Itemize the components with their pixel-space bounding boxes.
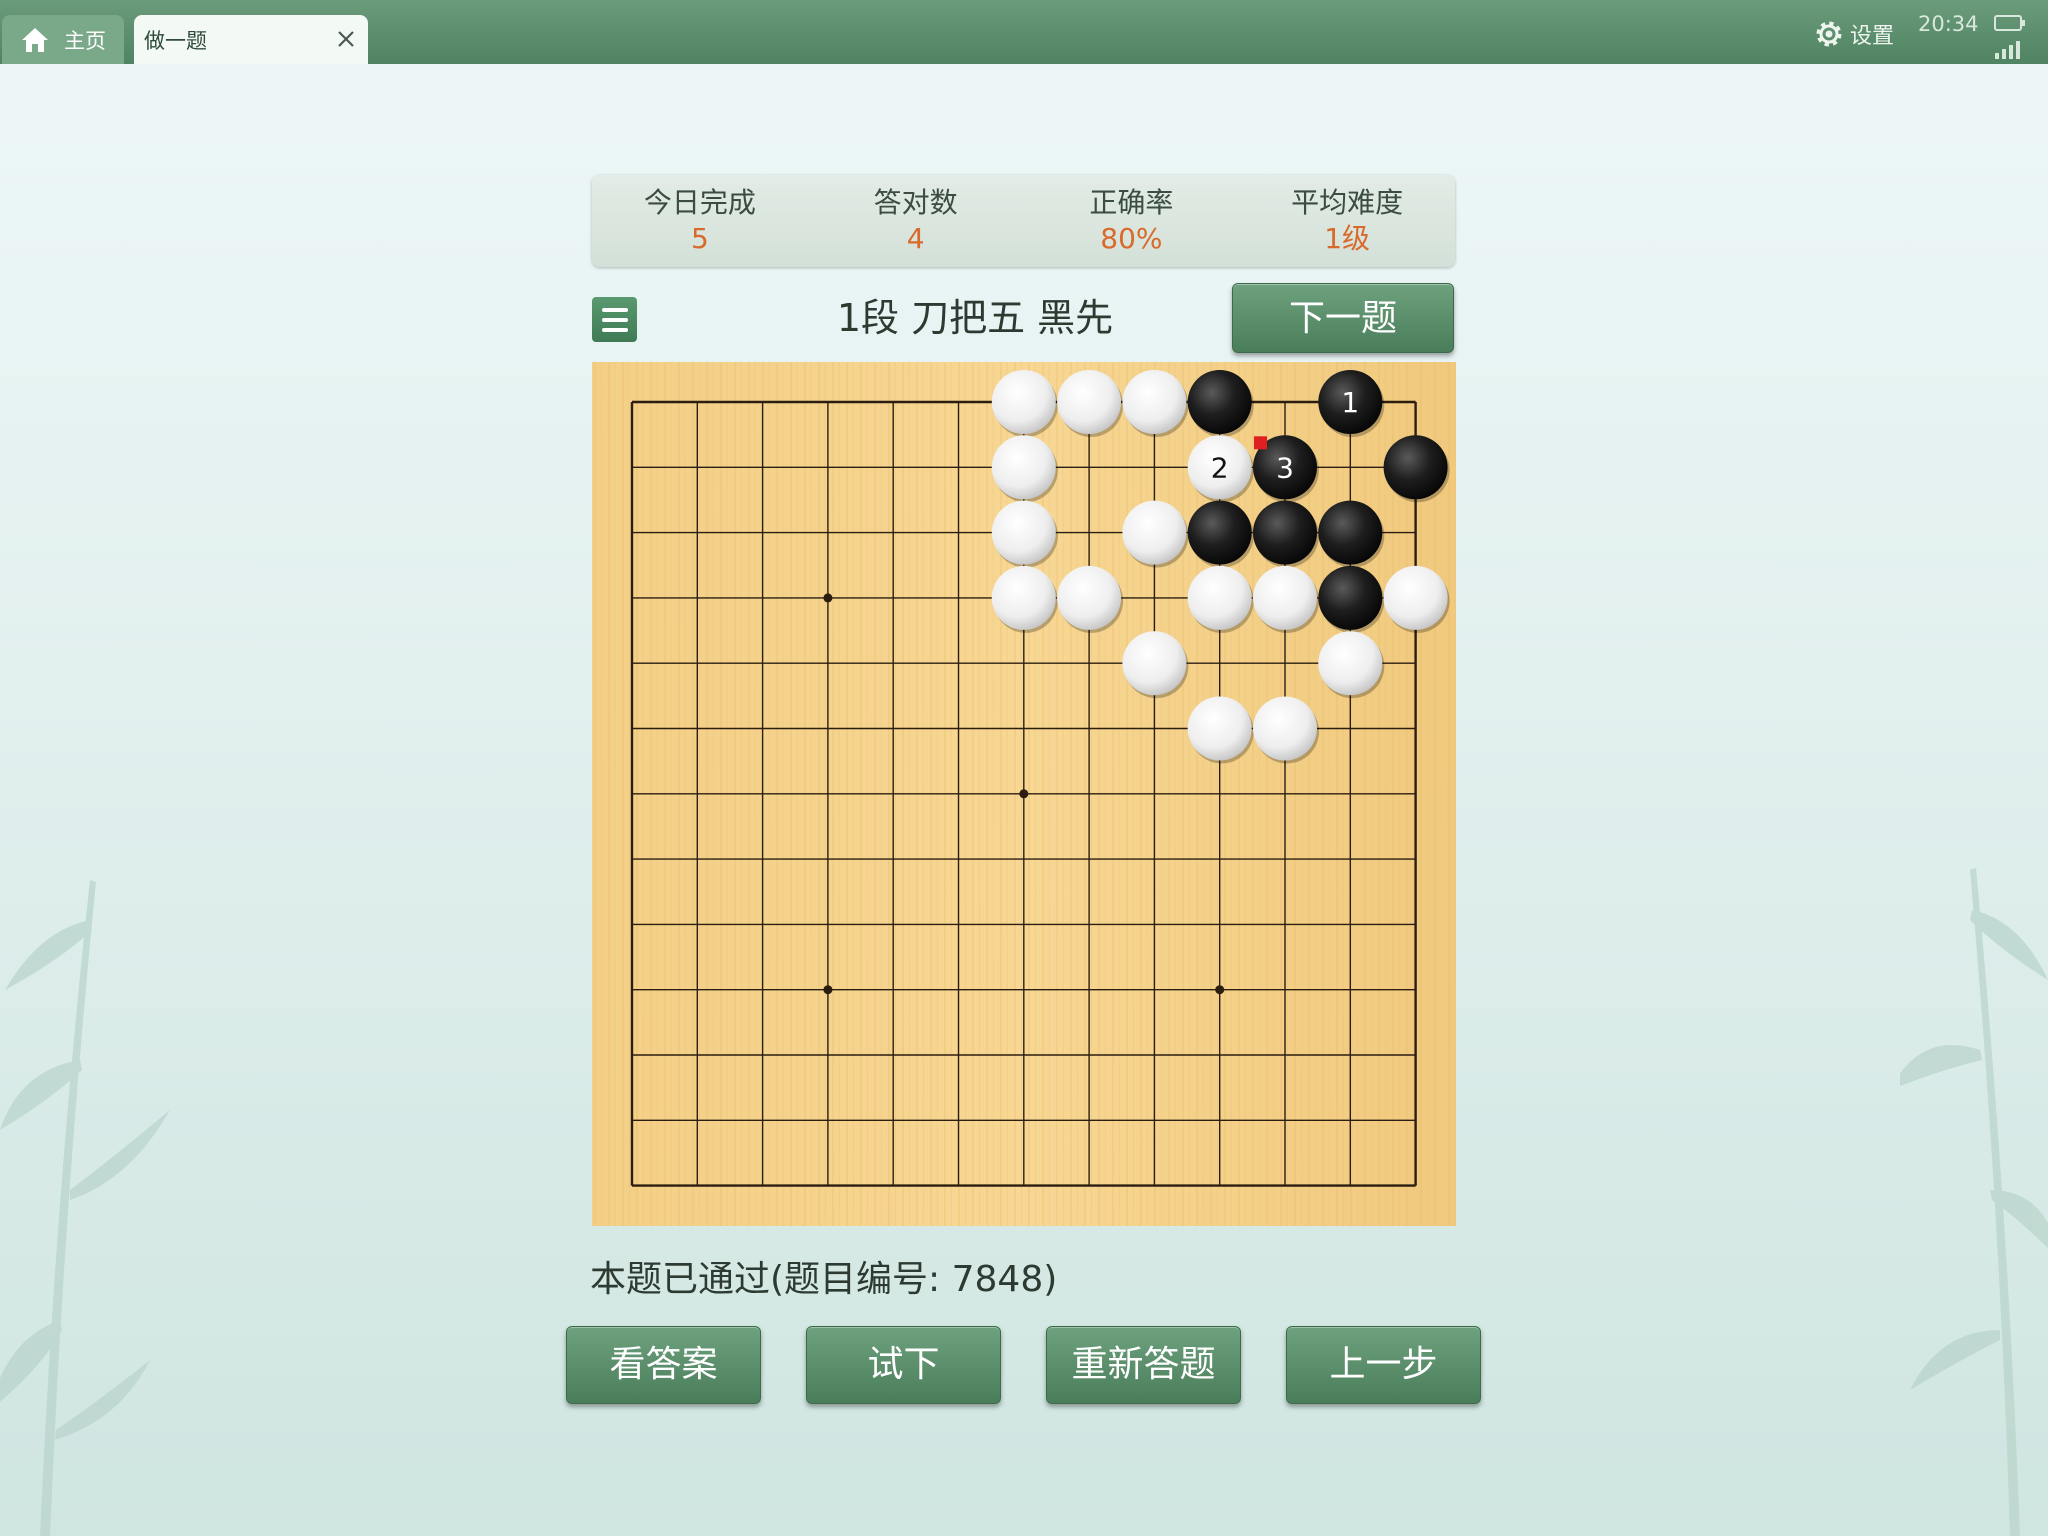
tab-home[interactable]: 主页	[2, 15, 124, 64]
home-icon	[22, 27, 48, 52]
next-puzzle-button[interactable]: 下一题	[1232, 283, 1454, 353]
puzzle-status: 本题已通过(题目编号: 7848)	[590, 1259, 1058, 1300]
stat-value: 1级	[1324, 222, 1371, 255]
last-move-marker	[1254, 436, 1267, 450]
bamboo-decoration-right	[1900, 868, 2048, 1536]
signal-icon	[1995, 41, 2020, 59]
go-board[interactable]: 1 2 3	[592, 362, 1456, 1226]
tab-home-label: 主页	[64, 28, 106, 53]
menu-icon-bar	[601, 307, 628, 312]
stats-panel: 今日完成 5 答对数 4 正确率 80% 平均难度 1级	[592, 175, 1455, 267]
stat-label: 平均难度	[1291, 186, 1404, 219]
move-number: 2	[1211, 451, 1229, 484]
menu-button[interactable]	[592, 297, 637, 342]
battery-icon	[1994, 15, 2025, 31]
star-point	[823, 593, 833, 603]
stat-label: 正确率	[1089, 186, 1174, 219]
settings-label: 设置	[1850, 24, 1895, 49]
move-number: 3	[1276, 451, 1294, 484]
tab-puzzle[interactable]: 做一题	[134, 15, 368, 64]
menu-icon-bar	[601, 317, 628, 322]
stat-value: 4	[906, 222, 925, 255]
star-point	[1019, 789, 1029, 799]
star-point	[823, 985, 833, 995]
stat-label: 今日完成	[643, 186, 756, 219]
stat-label: 答对数	[873, 186, 958, 219]
undo-button[interactable]: 上一步	[1286, 1326, 1481, 1404]
stat-accuracy: 正确率 80%	[1024, 175, 1240, 267]
move-number: 1	[1341, 386, 1359, 419]
show-answer-button[interactable]: 看答案	[566, 1326, 761, 1404]
settings-button[interactable]: 设置	[1814, 18, 1894, 50]
stat-value: 80%	[1100, 222, 1163, 255]
top-bar: 主页 做一题 设置 20:34	[0, 0, 2048, 64]
gear-icon	[1816, 21, 1842, 47]
stat-today-completed: 今日完成 5	[592, 175, 808, 267]
try-move-button[interactable]: 试下	[806, 1326, 1001, 1404]
clock: 20:34	[1918, 12, 1979, 36]
bamboo-decoration-left	[0, 880, 170, 1536]
puzzle-title: 1段 刀把五 黑先	[836, 296, 1114, 340]
tab-puzzle-label: 做一题	[144, 28, 207, 53]
menu-icon-bar	[601, 327, 628, 332]
retry-button[interactable]: 重新答题	[1046, 1326, 1241, 1404]
star-point	[1215, 985, 1225, 995]
stat-value: 5	[690, 222, 709, 255]
close-icon[interactable]	[334, 27, 358, 51]
stat-correct-count: 答对数 4	[808, 175, 1024, 267]
stat-average-difficulty: 平均难度 1级	[1239, 175, 1455, 267]
